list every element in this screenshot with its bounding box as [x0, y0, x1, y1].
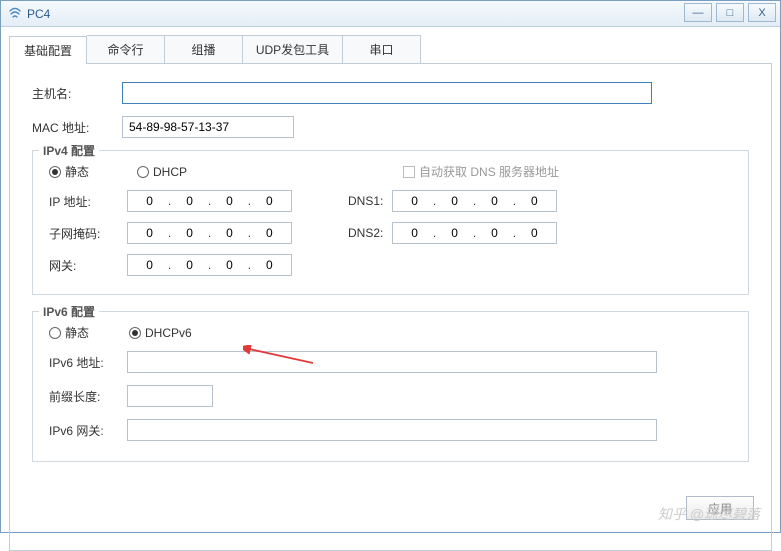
label-ip: IP 地址:	[49, 193, 127, 210]
label-dns2: DNS2:	[348, 226, 392, 240]
prefix-input[interactable]	[127, 385, 213, 407]
ip-input[interactable]: ...	[127, 190, 292, 212]
label-ipv6-addr: IPv6 地址:	[49, 354, 127, 371]
label-prefix: 前缀长度:	[49, 388, 127, 405]
close-button[interactable]: X	[748, 3, 776, 22]
autodns-checkbox[interactable]: 自动获取 DNS 服务器地址	[403, 163, 559, 180]
tab-udp[interactable]: UDP发包工具	[243, 35, 343, 63]
ipv4-legend: IPv4 配置	[39, 142, 99, 159]
maximize-button[interactable]: □	[716, 3, 744, 22]
ipv4-radio-dhcp[interactable]: DHCP	[137, 165, 187, 179]
dns2-input[interactable]: ...	[392, 222, 557, 244]
ipv6-radio-dhcpv6[interactable]: DHCPv6	[129, 326, 192, 340]
dns1-input[interactable]: ...	[392, 190, 557, 212]
label-ipv6-gw: IPv6 网关:	[49, 422, 127, 439]
ipv4-fieldset: IPv4 配置 静态 DHCP 自动获取 DNS 服务器地址 IP 地址: ..…	[32, 150, 749, 295]
minimize-button[interactable]: —	[684, 3, 712, 22]
label-gw: 网关:	[49, 257, 127, 274]
titlebar: PC4 — □ X	[1, 1, 780, 27]
ipv6-radio-static[interactable]: 静态	[49, 324, 89, 341]
ipv6-addr-input[interactable]	[127, 351, 657, 373]
window: PC4 — □ X 基础配置 命令行 组播 UDP发包工具 串口 主机名: MA…	[0, 0, 781, 533]
tabs: 基础配置 命令行 组播 UDP发包工具 串口	[9, 35, 772, 63]
tab-multicast[interactable]: 组播	[165, 35, 243, 63]
ipv6-legend: IPv6 配置	[39, 303, 99, 320]
mac-input[interactable]	[122, 116, 294, 138]
gw-input[interactable]: ...	[127, 254, 292, 276]
label-dns1: DNS1:	[348, 194, 392, 208]
label-mask: 子网掩码:	[49, 225, 127, 242]
label-mac: MAC 地址:	[32, 119, 122, 136]
apply-button[interactable]: 应用	[686, 496, 754, 520]
tab-basic[interactable]: 基础配置	[9, 36, 87, 64]
window-title: PC4	[27, 7, 50, 21]
tab-cli[interactable]: 命令行	[87, 35, 165, 63]
panel-basic: 主机名: MAC 地址: IPv4 配置 静态 DHCP 自动获取 DNS 服务…	[9, 63, 772, 551]
ipv6-gw-input[interactable]	[127, 419, 657, 441]
ipv4-radio-static[interactable]: 静态	[49, 163, 89, 180]
app-icon	[7, 6, 23, 22]
tab-serial[interactable]: 串口	[343, 35, 421, 63]
host-input[interactable]	[122, 82, 652, 104]
mask-input[interactable]: ...	[127, 222, 292, 244]
ipv6-fieldset: IPv6 配置 静态 DHCPv6 IPv6 地址: 前缀长度: IPv6 网关…	[32, 311, 749, 462]
label-host: 主机名:	[32, 85, 122, 102]
